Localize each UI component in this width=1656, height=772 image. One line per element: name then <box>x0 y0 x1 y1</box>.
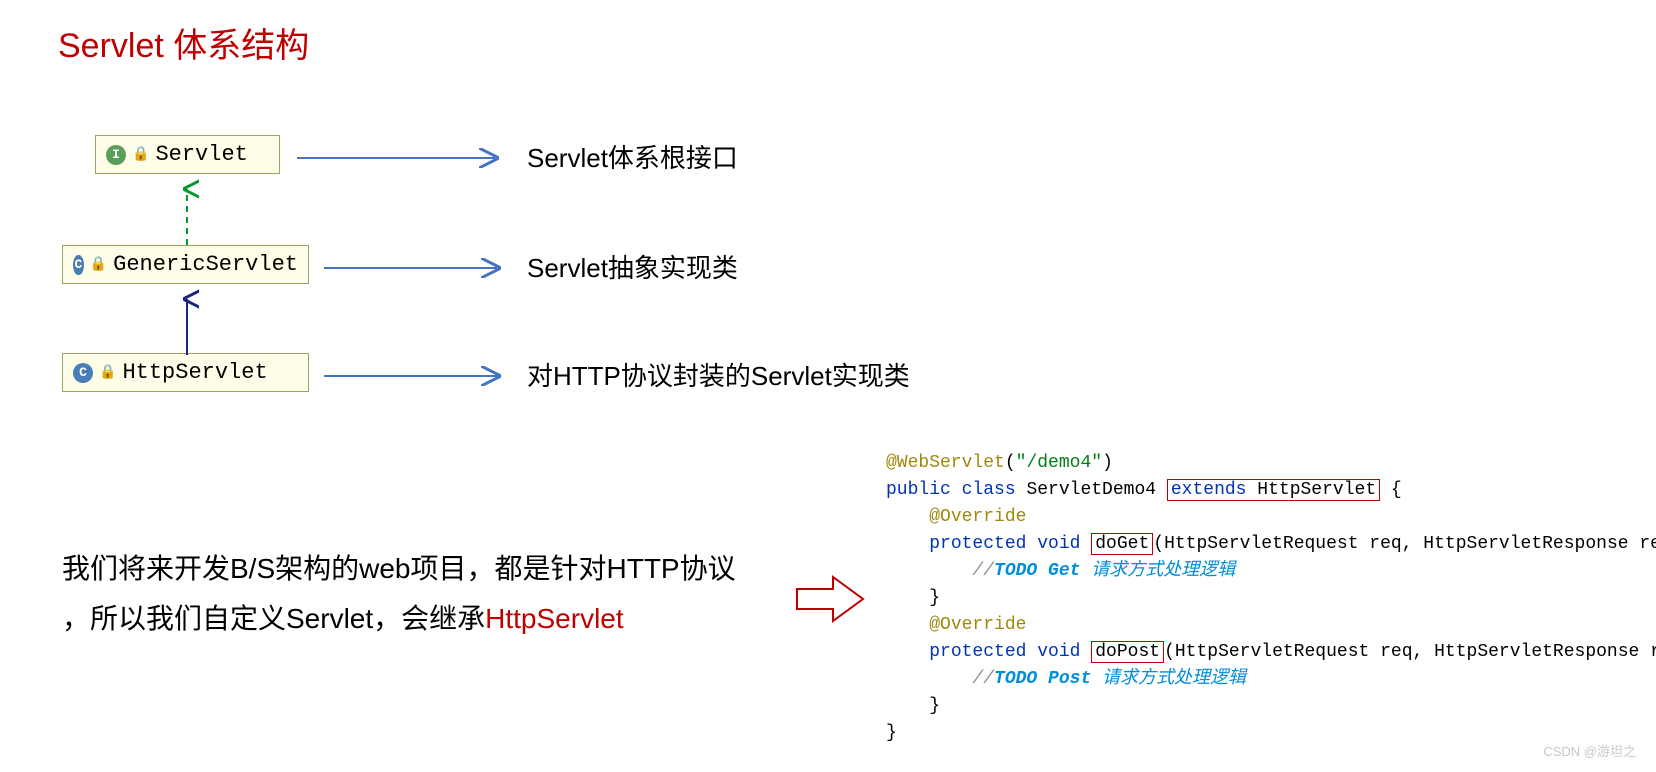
uml-box-servlet: I 🔒 Servlet <box>95 135 280 174</box>
highlight-httpservlet: HttpServlet <box>485 603 624 634</box>
body-paragraph: 我们将来开发B/S架构的web项目，都是针对HTTP协议 ，所以我们自定义Ser… <box>62 544 762 645</box>
implements-arrow-icon <box>175 175 199 247</box>
desc-servlet: Servlet体系根接口 <box>527 138 738 175</box>
uml-box-genericservlet: C 🔒 GenericServlet <box>62 245 309 284</box>
extends-arrow-icon <box>175 285 199 357</box>
arrow-right-icon <box>322 366 507 386</box>
lock-icon: 🔒 <box>90 256 107 273</box>
code-snippet: @WebServlet("/demo4") public class Servl… <box>886 450 1656 747</box>
class-icon: C <box>73 363 93 383</box>
arrow-right-icon <box>295 148 505 168</box>
uml-label: GenericServlet <box>113 252 298 277</box>
body-line: ，所以我们自定义Servlet，会继承 <box>62 603 485 634</box>
lock-icon: 🔒 <box>132 146 149 163</box>
uml-label: HttpServlet <box>122 360 267 385</box>
interface-icon: I <box>106 145 126 165</box>
desc-generic: Servlet抽象实现类 <box>527 248 738 285</box>
body-line: 我们将来开发B/S架构的web项目，都是针对HTTP协议 <box>62 553 736 584</box>
big-arrow-right-icon <box>795 575 867 623</box>
desc-http: 对HTTP协议封装的Servlet实现类 <box>527 356 910 393</box>
uml-label: Servlet <box>155 142 247 167</box>
class-icon: C <box>73 255 84 275</box>
page-title: Servlet 体系结构 <box>58 18 309 67</box>
arrow-right-icon <box>322 258 507 278</box>
attribution-text: CSDN @游坦之 <box>1543 741 1636 760</box>
uml-box-httpservlet: C 🔒 HttpServlet <box>62 353 309 392</box>
lock-icon: 🔒 <box>99 364 116 381</box>
